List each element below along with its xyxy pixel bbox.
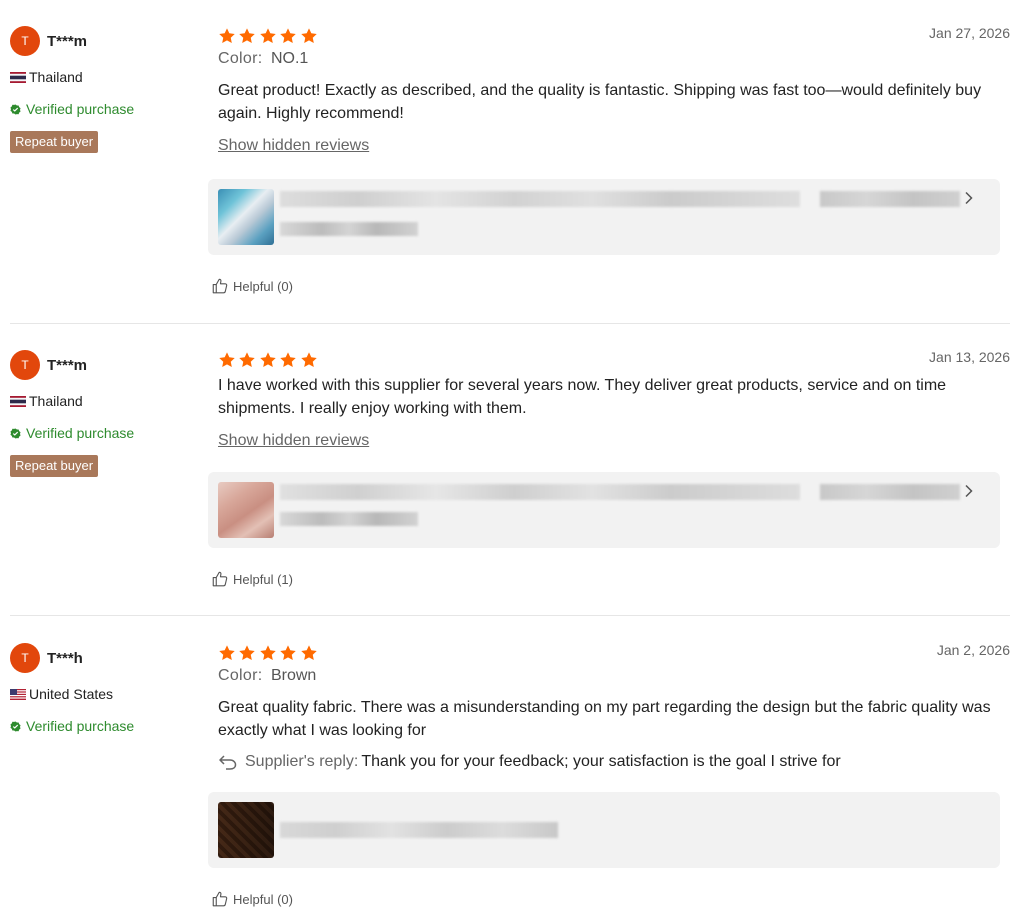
blurred-product-detail: [280, 222, 418, 236]
thumbs-up-icon: [211, 277, 229, 295]
color-label: Color:: [218, 667, 263, 684]
review-card: T T***h United States Verified purchase: [10, 642, 1010, 802]
avatar: T: [10, 350, 40, 380]
color-label: Color:: [218, 50, 263, 67]
review-divider: [10, 615, 1010, 616]
star-icon: [279, 644, 297, 662]
verified-label: Verified purchase: [26, 101, 135, 117]
helpful-label: Helpful (0): [233, 278, 293, 294]
star-icon: [259, 351, 277, 369]
helpful-button[interactable]: Helpful (1): [211, 570, 293, 588]
review-divider: [10, 323, 1010, 324]
verified-check-icon: [10, 104, 21, 115]
review-card: T T***m Thailand Verified purchase Repea…: [10, 25, 1010, 305]
star-icon: [279, 27, 297, 45]
star-icon: [238, 27, 256, 45]
star-rating: [218, 349, 1010, 371]
blurred-product-title: [280, 484, 800, 500]
show-hidden-reviews-link[interactable]: Show hidden reviews: [218, 137, 369, 155]
star-icon: [259, 644, 277, 662]
star-icon: [218, 644, 236, 662]
star-icon: [238, 351, 256, 369]
blurred-product-price: [820, 484, 960, 500]
reply-icon: [219, 755, 237, 770]
review-text: I have worked with this supplier for sev…: [218, 377, 947, 417]
repeat-buyer-badge: Repeat buyer: [10, 455, 99, 477]
reviewer-country: Thailand: [10, 391, 205, 411]
star-icon: [300, 351, 318, 369]
review-text: Great product! Exactly as described, and…: [218, 82, 982, 122]
color-variant: Color: NO.1: [218, 50, 1010, 70]
star-rating: [218, 25, 1010, 47]
product-link-card[interactable]: [208, 472, 1000, 548]
reviewer-name: T***h: [47, 649, 83, 667]
reviewer-name: T***m: [47, 356, 88, 374]
reviewer-country: Thailand: [10, 67, 205, 87]
thumbs-up-icon: [211, 890, 229, 908]
review-body: Jan 27, 2026 Color: NO.1 Great product! …: [218, 25, 1010, 155]
reviewer-country: United States: [10, 684, 205, 704]
country-label: United States: [29, 686, 114, 702]
color-variant: Color: Brown: [218, 667, 1010, 687]
verified-label: Verified purchase: [26, 425, 135, 441]
thailand-flag-icon: [10, 395, 26, 407]
show-hidden-reviews-link[interactable]: Show hidden reviews: [218, 432, 369, 450]
reply-text: Thank you for your feedback; your satisf…: [361, 753, 841, 770]
blurred-product-title: [280, 191, 800, 207]
reviewer-info: T T***m Thailand Verified purchase Repea…: [10, 25, 205, 153]
product-thumbnail: [218, 482, 274, 538]
review-text: Great quality fabric. There was a misund…: [218, 699, 991, 739]
color-value: Brown: [270, 667, 317, 684]
verified-purchase: Verified purchase: [10, 99, 205, 119]
helpful-button[interactable]: Helpful (0): [211, 890, 293, 908]
reviewer-name: T***m: [47, 32, 88, 50]
star-icon: [238, 644, 256, 662]
review-body: Jan 2, 2026 Color: Brown Great quality f…: [218, 642, 1010, 773]
review-date: Jan 13, 2026: [929, 349, 1010, 365]
blurred-product-detail: [280, 512, 418, 526]
review-body: Jan 13, 2026 I have worked with this sup…: [218, 349, 1010, 450]
star-icon: [218, 351, 236, 369]
thailand-flag-icon: [10, 71, 26, 83]
color-value: NO.1: [270, 50, 309, 67]
thumbs-up-icon: [211, 570, 229, 588]
review-date: Jan 2, 2026: [936, 642, 1010, 658]
helpful-label: Helpful (0): [233, 891, 293, 907]
verified-check-icon: [10, 428, 21, 439]
repeat-buyer-badge: Repeat buyer: [10, 131, 99, 153]
product-link-card[interactable]: [208, 792, 1000, 868]
review-date: Jan 27, 2026: [929, 25, 1010, 41]
blurred-product-price: [820, 191, 960, 207]
star-icon: [218, 27, 236, 45]
product-thumbnail: [218, 189, 274, 245]
helpful-button[interactable]: Helpful (0): [211, 277, 293, 295]
product-thumbnail: [218, 802, 274, 858]
star-icon: [259, 27, 277, 45]
reviewer-info: T T***h United States Verified purchase: [10, 642, 205, 736]
chevron-right-icon: [964, 484, 974, 498]
verified-label: Verified purchase: [26, 718, 135, 734]
verified-purchase: Verified purchase: [10, 423, 205, 443]
country-label: Thailand: [29, 393, 83, 409]
blurred-product-title: [280, 822, 558, 838]
star-icon: [279, 351, 297, 369]
product-link-card[interactable]: [208, 179, 1000, 255]
helpful-label: Helpful (1): [233, 571, 293, 587]
reply-label: Supplier's reply:: [245, 753, 359, 770]
country-label: Thailand: [29, 69, 83, 85]
chevron-right-icon: [964, 191, 974, 205]
us-flag-icon: [10, 688, 26, 700]
supplier-reply: Supplier's reply: Thank you for your fee…: [218, 751, 1010, 773]
reviewer-info: T T***m Thailand Verified purchase Repea…: [10, 349, 205, 477]
avatar: T: [10, 643, 40, 673]
star-icon: [300, 27, 318, 45]
star-icon: [300, 644, 318, 662]
verified-purchase: Verified purchase: [10, 716, 205, 736]
star-rating: [218, 642, 1010, 664]
avatar: T: [10, 26, 40, 56]
verified-check-icon: [10, 721, 21, 732]
